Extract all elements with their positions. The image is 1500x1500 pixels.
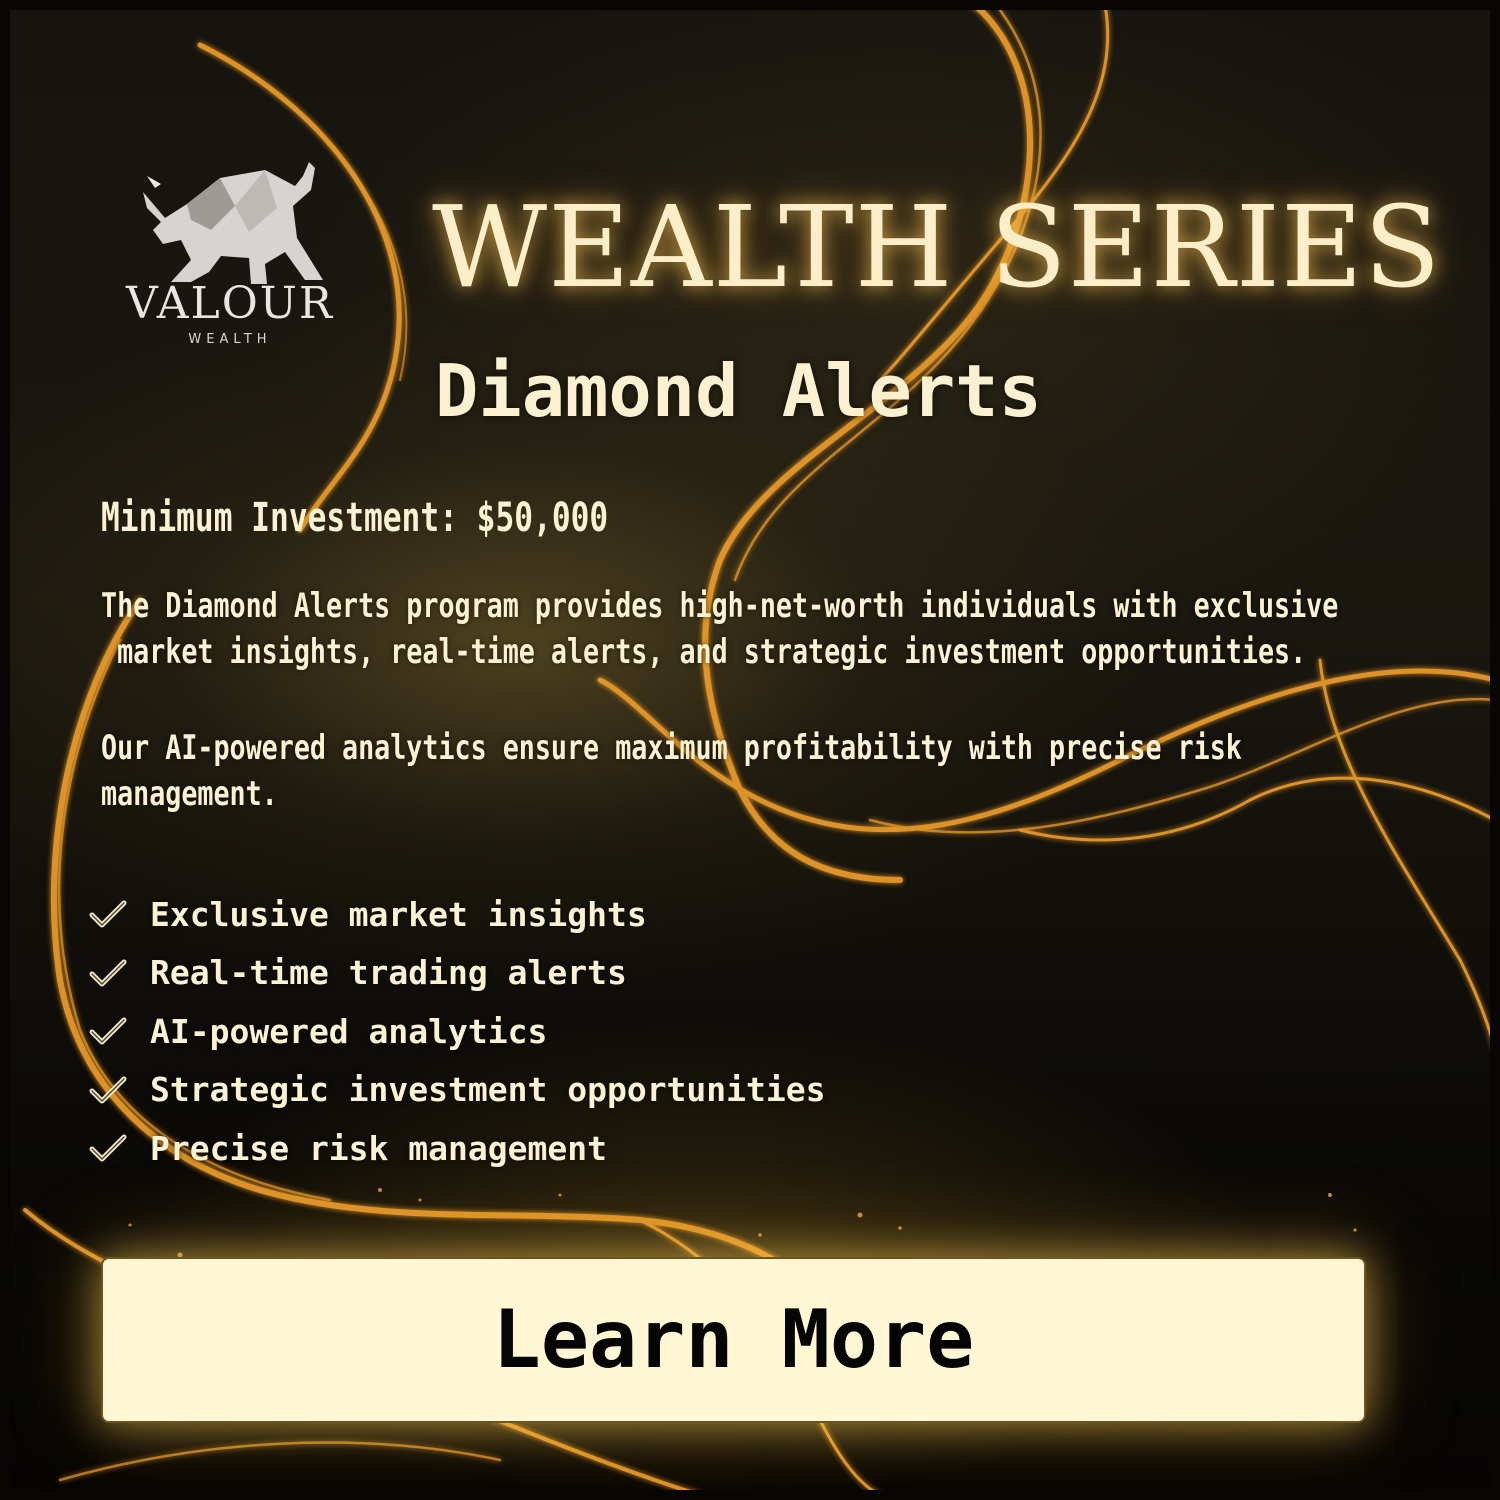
checkmark-icon — [89, 900, 127, 928]
bull-icon — [143, 162, 323, 284]
feature-label: Exclusive market insights — [150, 894, 647, 934]
checkmark-icon — [89, 959, 127, 987]
feature-label: Strategic investment opportunities — [150, 1070, 826, 1110]
checkmark-icon — [89, 1076, 127, 1104]
promo-banner: VALOUR WEALTH WEALTH SERIES Diamond Aler… — [0, 0, 1500, 1500]
program-title: Diamond Alerts — [435, 349, 1042, 433]
learn-more-label: Learn More — [492, 1293, 975, 1386]
description-paragraph: The Diamond Alerts program provides high… — [101, 586, 1339, 672]
learn-more-button[interactable]: Learn More — [101, 1257, 1366, 1423]
feature-item: Precise risk management — [88, 1119, 826, 1178]
checkmark-icon — [89, 1134, 127, 1162]
feature-label: Precise risk management — [150, 1128, 607, 1168]
feature-item: Exclusive market insights — [88, 885, 826, 944]
feature-list: Exclusive market insights Real-time trad… — [88, 885, 826, 1178]
analytics-paragraph: Our AI-powered analytics ensure maximum … — [101, 728, 1242, 814]
brand-name: VALOUR — [125, 278, 335, 329]
feature-item: Strategic investment opportunities — [88, 1061, 826, 1120]
brand-tagline: WEALTH — [188, 332, 272, 347]
minimum-investment: Minimum Investment: $50,000 — [101, 495, 609, 541]
feature-label: Real-time trading alerts — [150, 953, 627, 993]
feature-item: AI-powered analytics — [88, 1002, 826, 1061]
checkmark-icon — [89, 1017, 127, 1045]
headline: WEALTH SERIES — [432, 183, 1442, 313]
feature-label: AI-powered analytics — [150, 1011, 548, 1051]
brand-logo: VALOUR WEALTH — [115, 160, 345, 350]
feature-item: Real-time trading alerts — [88, 944, 826, 1003]
